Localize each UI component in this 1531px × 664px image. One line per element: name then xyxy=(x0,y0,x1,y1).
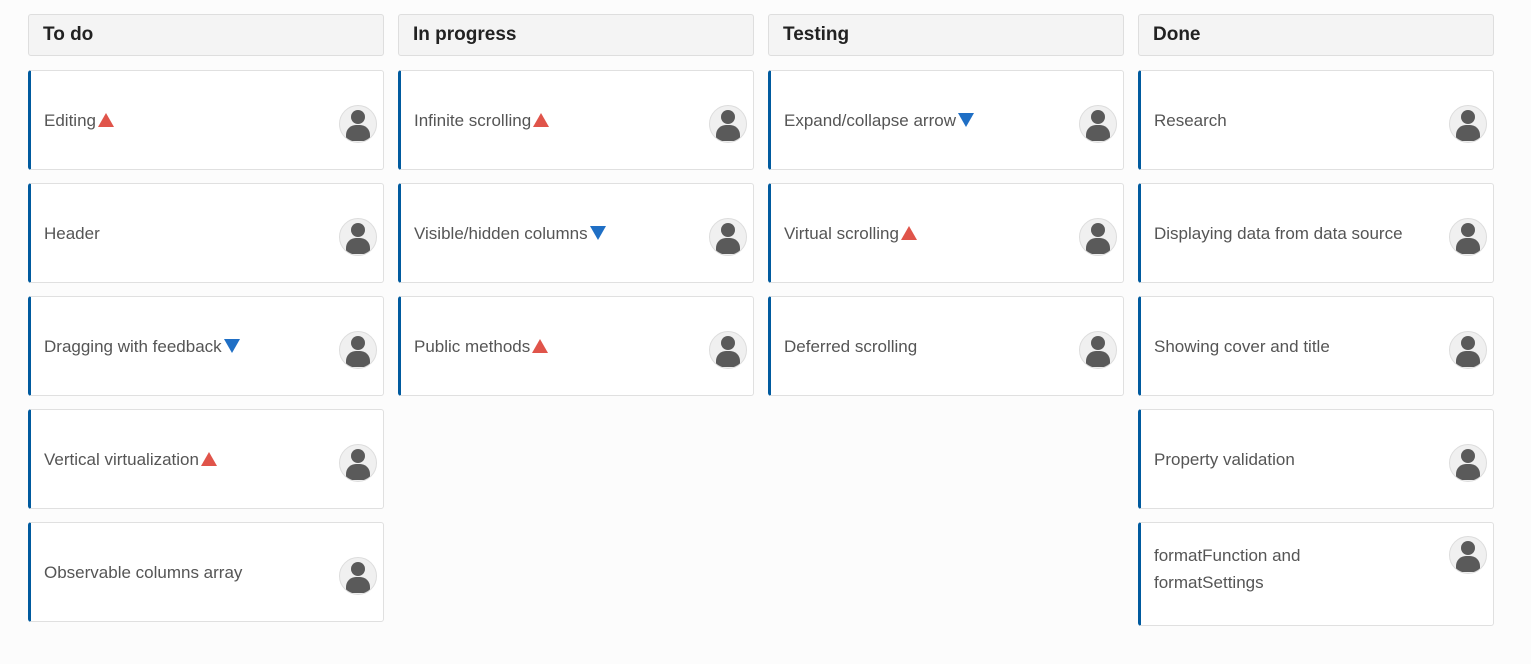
user-avatar-icon[interactable] xyxy=(709,218,747,256)
user-avatar-icon[interactable] xyxy=(339,218,377,256)
card-text: formatFunction and formatSettings xyxy=(1154,546,1301,592)
user-avatar-icon[interactable] xyxy=(1449,105,1487,143)
card-text: Visible/hidden columns xyxy=(414,220,606,247)
user-avatar-icon[interactable] xyxy=(1449,218,1487,256)
card-text: Editing xyxy=(44,107,114,134)
card-text: Observable columns array xyxy=(44,562,243,582)
user-avatar-icon[interactable] xyxy=(1079,331,1117,369)
column-header: To do xyxy=(28,14,384,56)
priority-high-icon xyxy=(97,113,114,128)
kanban-card[interactable]: Public methods xyxy=(398,296,754,396)
card-text: Vertical virtualization xyxy=(44,446,217,473)
user-avatar-icon[interactable] xyxy=(1449,444,1487,482)
card-text: Expand/collapse arrow xyxy=(784,107,974,134)
kanban-card[interactable]: Showing cover and title xyxy=(1138,296,1494,396)
user-avatar-icon[interactable] xyxy=(709,105,747,143)
kanban-card[interactable]: Virtual scrolling xyxy=(768,183,1124,283)
user-avatar-icon[interactable] xyxy=(1079,218,1117,256)
priority-high-icon xyxy=(533,113,550,128)
card-text: Property validation xyxy=(1154,449,1295,469)
card-text: Header xyxy=(44,223,100,243)
column-header: In progress xyxy=(398,14,754,56)
column-header: Done xyxy=(1138,14,1494,56)
card-text: Public methods xyxy=(414,333,549,360)
kanban-card[interactable]: Header xyxy=(28,183,384,283)
card-text: Dragging with feedback xyxy=(44,333,240,360)
kanban-card[interactable]: Displaying data from data source xyxy=(1138,183,1494,283)
user-avatar-icon[interactable] xyxy=(339,557,377,595)
priority-low-icon xyxy=(223,339,240,354)
column-in-progress: In progress Infinite scrolling Visible/h… xyxy=(398,14,754,626)
user-avatar-icon[interactable] xyxy=(1449,331,1487,369)
kanban-card[interactable]: Vertical virtualization xyxy=(28,409,384,509)
priority-high-icon xyxy=(900,226,917,241)
card-text: Research xyxy=(1154,110,1227,130)
user-avatar-icon[interactable] xyxy=(1079,105,1117,143)
user-avatar-icon[interactable] xyxy=(1449,536,1487,574)
column-testing: Testing Expand/collapse arrow Virtual sc… xyxy=(768,14,1124,626)
kanban-board: To do Editing Header Dragging with feedb… xyxy=(28,14,1494,626)
user-avatar-icon[interactable] xyxy=(339,331,377,369)
priority-high-icon xyxy=(200,452,217,467)
kanban-card[interactable]: Infinite scrolling xyxy=(398,70,754,170)
priority-high-icon xyxy=(532,339,549,354)
card-text: Showing cover and title xyxy=(1154,336,1330,356)
kanban-card[interactable]: Property validation xyxy=(1138,409,1494,509)
kanban-card[interactable]: Deferred scrolling xyxy=(768,296,1124,396)
priority-low-icon xyxy=(957,113,974,128)
user-avatar-icon[interactable] xyxy=(709,331,747,369)
column-header: Testing xyxy=(768,14,1124,56)
kanban-card[interactable]: Visible/hidden columns xyxy=(398,183,754,283)
column-done: Done Research Displaying data from data … xyxy=(1138,14,1494,626)
user-avatar-icon[interactable] xyxy=(339,444,377,482)
kanban-card[interactable]: Research xyxy=(1138,70,1494,170)
kanban-card[interactable]: Dragging with feedback xyxy=(28,296,384,396)
kanban-card[interactable]: Editing xyxy=(28,70,384,170)
card-text: Displaying data from data source xyxy=(1154,223,1403,243)
column-to-do: To do Editing Header Dragging with feedb… xyxy=(28,14,384,626)
kanban-card[interactable]: formatFunction and formatSettings xyxy=(1138,522,1494,626)
card-text: Deferred scrolling xyxy=(784,336,918,356)
kanban-card[interactable]: Expand/collapse arrow xyxy=(768,70,1124,170)
kanban-card[interactable]: Observable columns array xyxy=(28,522,384,622)
card-text: Infinite scrolling xyxy=(414,107,550,134)
user-avatar-icon[interactable] xyxy=(339,105,377,143)
card-text: Virtual scrolling xyxy=(784,220,917,247)
priority-low-icon xyxy=(589,226,606,241)
